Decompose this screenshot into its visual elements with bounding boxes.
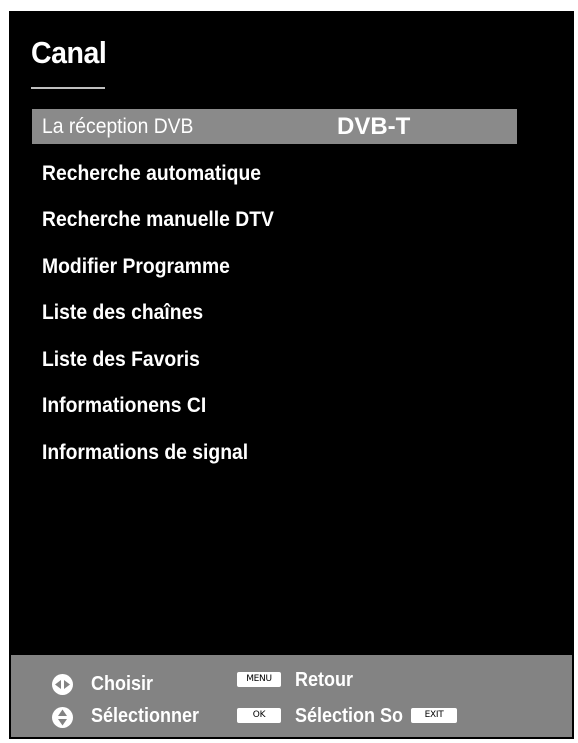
menu-item-channel-list[interactable]: Liste des chaînes: [32, 295, 517, 330]
menu-item-label: Modifier Programme: [42, 254, 230, 278]
choose-hint-label: Choisir: [91, 673, 154, 695]
menu-item-favorites-list[interactable]: Liste des Favoris: [32, 342, 517, 377]
back-hint: Retour: [295, 669, 359, 691]
menu-item-label: La réception DVB: [42, 115, 194, 138]
menu-item-label: Liste des chaînes: [42, 301, 204, 324]
back-hint-label: Retour: [295, 669, 354, 691]
menu-item-manual-dtv-search[interactable]: Recherche manuelle DTV: [32, 202, 517, 237]
left-right-arrows-icon: [52, 674, 73, 695]
tv-menu-screen: Canal La réception DVB DVB-T Recherche a…: [9, 11, 574, 739]
menu-item-dvb-reception[interactable]: La réception DVB DVB-T: [32, 109, 517, 144]
menu-item-edit-program[interactable]: Modifier Programme: [32, 249, 517, 284]
footer-hint-bar: Choisir Sélectionner MENU Retour OK Séle…: [11, 655, 572, 737]
menu-item-signal-information[interactable]: Informations de signal: [32, 435, 517, 470]
menu-item-label: Recherche manuelle DTV: [42, 208, 274, 231]
menu-item-ci-information[interactable]: Informationens CI: [32, 388, 517, 423]
select-hint-label: Sélectionner: [91, 705, 200, 727]
selection-hint: Sélection So: [295, 705, 415, 727]
up-down-arrows-icon: [52, 707, 73, 728]
ok-key-button[interactable]: OK: [237, 708, 281, 723]
menu-item-label: Liste des Favoris: [42, 347, 200, 371]
menu-item-auto-search[interactable]: Recherche automatique: [32, 156, 517, 191]
menu-item-label: Informationens CI: [42, 394, 207, 417]
page-title: Canal: [31, 35, 107, 70]
dvb-reception-value: DVB-T: [337, 113, 411, 140]
menu-key-button[interactable]: MENU: [237, 672, 281, 687]
menu-item-label: Informations de signal: [42, 440, 249, 464]
title-underline: [31, 87, 105, 89]
exit-key-button[interactable]: EXIT: [411, 708, 457, 723]
channel-menu-list: La réception DVB DVB-T Recherche automat…: [32, 109, 517, 481]
choose-hint: Choisir: [91, 673, 160, 695]
select-hint: Sélectionner: [91, 705, 211, 727]
menu-item-label: Recherche automatique: [42, 161, 262, 185]
selection-hint-label: Sélection So: [295, 705, 404, 727]
